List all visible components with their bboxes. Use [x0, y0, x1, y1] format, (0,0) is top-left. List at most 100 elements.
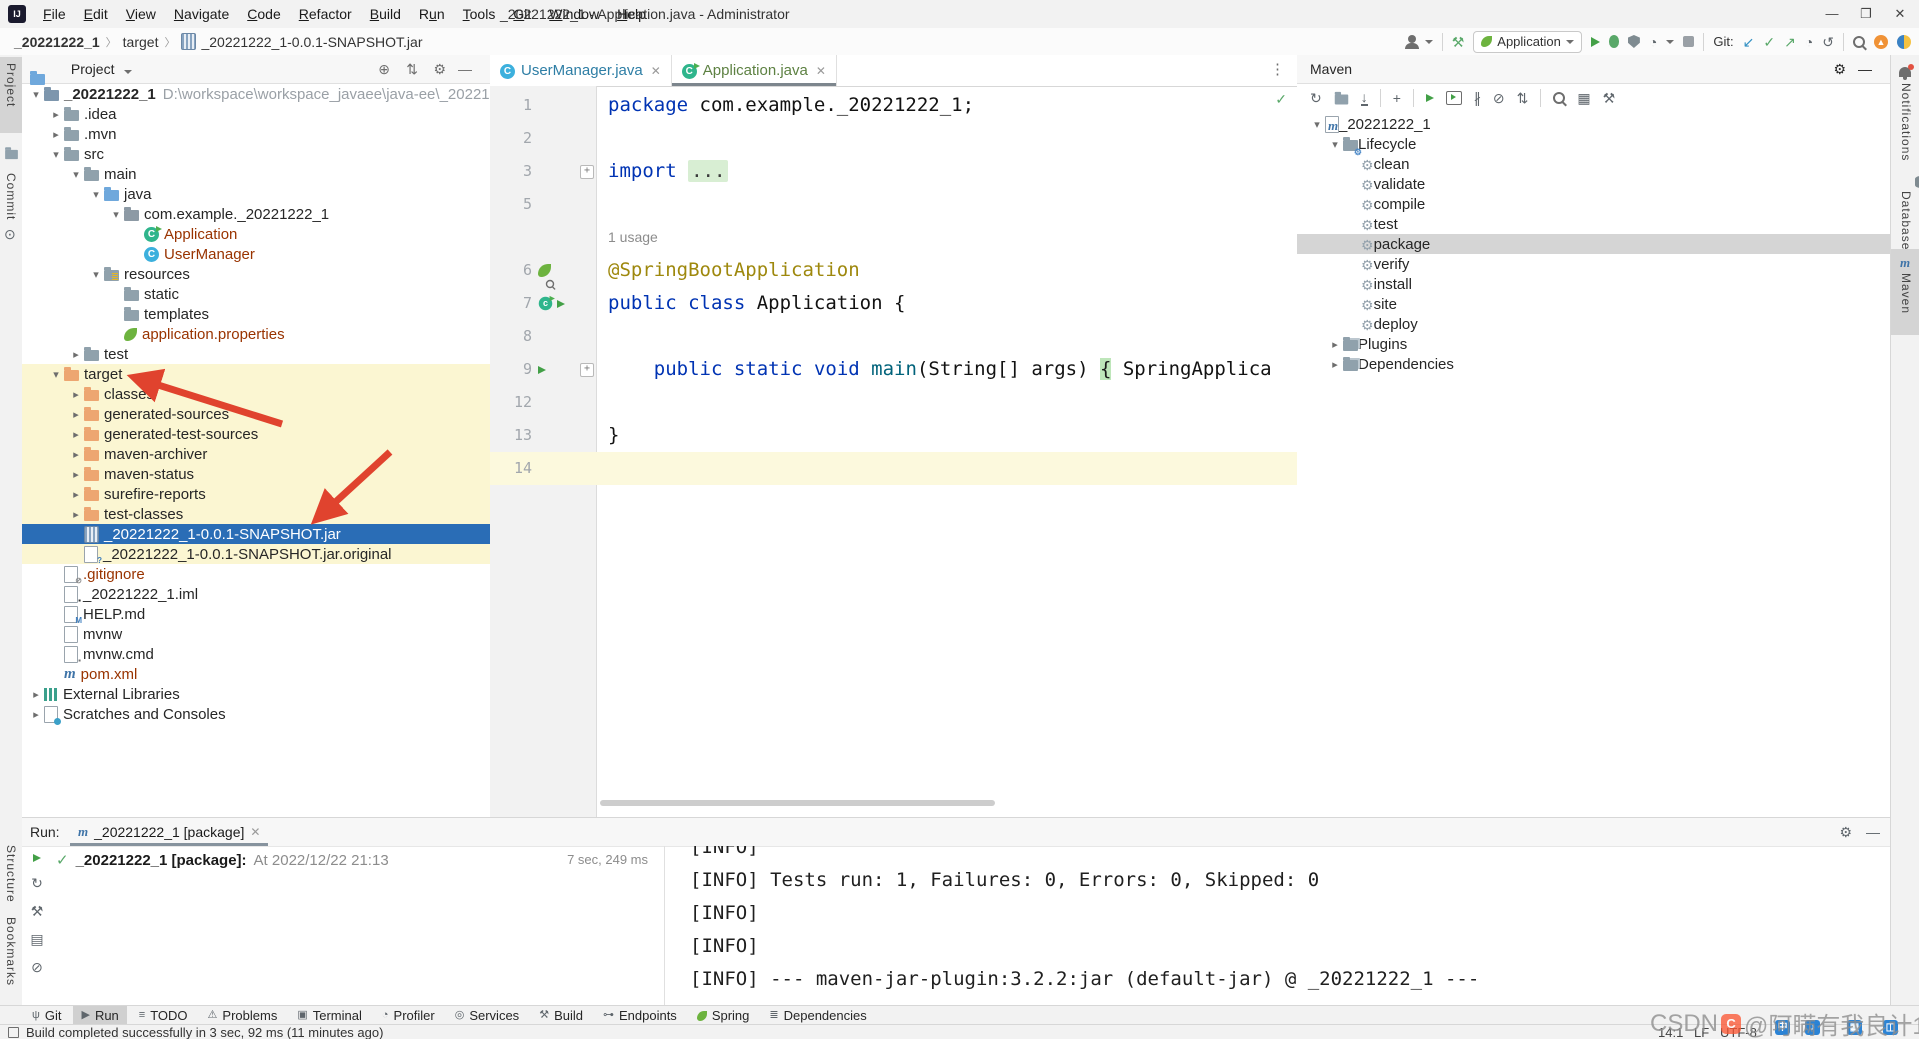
tree-chevron-icon[interactable]: ▾ [1309, 118, 1325, 131]
run-button[interactable] [1591, 37, 1600, 47]
tree-chevron-icon[interactable]: ▸ [1327, 358, 1343, 371]
tree-chevron-icon[interactable]: ▸ [68, 488, 84, 501]
tree-item[interactable]: ▸test [22, 344, 490, 364]
status-message[interactable]: Build completed successfully in 3 sec, 9… [26, 1025, 383, 1039]
toolwindow-button-problems[interactable]: ⚠Problems [200, 1006, 286, 1025]
code-line[interactable]: 8 [490, 320, 1297, 353]
tree-item[interactable]: mpom.xml [22, 664, 490, 684]
tree-item[interactable]: ▾main [22, 164, 490, 184]
toolwindow-button-git[interactable]: ψGit [24, 1006, 69, 1025]
code-line[interactable]: 1package com.example._20221222_1; [490, 89, 1297, 122]
profile-chevron-icon[interactable] [1425, 40, 1433, 44]
editor-tab-usermanager-java[interactable]: CUserManager.java✕ [490, 55, 672, 86]
toolwindow-button-services[interactable]: ◎Services [447, 1006, 527, 1025]
tree-item[interactable]: MHELP.md [22, 604, 490, 624]
tree-item[interactable]: ▾java [22, 184, 490, 204]
menu-item-tools[interactable]: Tools [454, 0, 505, 28]
menu-item-code[interactable]: Code [238, 0, 290, 28]
tree-item[interactable]: ▸External Libraries [22, 684, 490, 704]
code-line[interactable]: 2 [490, 122, 1297, 155]
tree-chevron-icon[interactable]: ▾ [28, 88, 44, 101]
menu-item-build[interactable]: Build [361, 0, 410, 28]
menu-item-run[interactable]: Run [410, 0, 454, 28]
tree-chevron-icon[interactable]: ▸ [28, 688, 44, 701]
maven-tree-item[interactable]: ▸Plugins [1297, 334, 1890, 354]
tree-chevron-icon[interactable]: ▾ [1327, 138, 1343, 151]
maven-wrench-icon[interactable]: ⚒ [1603, 91, 1616, 105]
maven-tree-item[interactable]: ⚙compile [1297, 194, 1890, 214]
code-line[interactable]: 14 [490, 452, 1297, 485]
editor-horizontal-scrollbar[interactable] [600, 800, 995, 806]
code-line[interactable]: 13} [490, 419, 1297, 452]
maven-tree-item[interactable]: ⚙clean [1297, 154, 1890, 174]
status-window-icon[interactable] [8, 1027, 19, 1038]
maven-execute-icon[interactable] [1446, 91, 1462, 105]
clear-output-icon[interactable]: ⊘ [31, 960, 43, 974]
caret-position[interactable]: 14:1 [1658, 1025, 1683, 1039]
stripe-tab-commit[interactable]: Commit [4, 173, 18, 220]
tab-close-icon[interactable]: ✕ [816, 64, 826, 78]
maven-grid-icon[interactable]: ▦ [1577, 91, 1590, 105]
maven-add-icon[interactable]: + [1393, 91, 1401, 105]
tree-chevron-icon[interactable]: ▾ [108, 208, 124, 221]
tree-item[interactable]: ▸maven-archiver [22, 444, 490, 464]
menu-item-view[interactable]: View [117, 0, 165, 28]
maven-run-icon[interactable] [1426, 94, 1434, 102]
maven-tree-item[interactable]: ⚙install [1297, 274, 1890, 294]
run-result-row[interactable]: ✓ _20221222_1 [package]: At 2022/12/22 2… [56, 849, 389, 871]
tree-chevron-icon[interactable]: ▸ [68, 388, 84, 401]
tree-chevron-icon[interactable]: ▸ [68, 468, 84, 481]
maven-download-icon[interactable]: ↓ [1361, 90, 1368, 106]
tree-chevron-icon[interactable]: ▸ [68, 508, 84, 521]
stripe-tab-maven[interactable]: Maven [1899, 273, 1913, 314]
code-line[interactable]: 3+import ... [490, 155, 1297, 188]
maven-tree-item[interactable]: ▾m_20221222_1 [1297, 114, 1890, 134]
tree-item[interactable]: application.properties [22, 324, 490, 344]
tree-chevron-icon[interactable]: ▸ [1327, 338, 1343, 351]
hide-panel-icon[interactable]: — [458, 55, 472, 83]
maximize-button[interactable]: ❐ [1849, 0, 1883, 28]
breadcrumb-item[interactable]: target [123, 34, 159, 50]
database-icon[interactable] [1915, 176, 1919, 188]
project-view-chevron-icon[interactable] [124, 70, 132, 74]
tree-item[interactable]: CUserManager [22, 244, 490, 264]
tree-item[interactable]: ▸test-classes [22, 504, 490, 524]
tree-item[interactable]: ▸surefire-reports [22, 484, 490, 504]
menu-item-navigate[interactable]: Navigate [165, 0, 238, 28]
tree-chevron-icon[interactable]: ▸ [28, 708, 44, 721]
project-settings-icon[interactable]: ⚙ [433, 55, 446, 83]
code-line[interactable]: 1 usage [490, 221, 1297, 254]
code-line[interactable]: 12 [490, 386, 1297, 419]
stripe-tab-bookmarks[interactable]: Bookmarks [4, 917, 18, 986]
maven-settings-icon[interactable]: ⚙ [1833, 55, 1846, 83]
editor-tab-application-java[interactable]: CApplication.java✕ [672, 55, 837, 86]
git-commit-icon[interactable]: ✓ [1763, 35, 1775, 49]
tree-item[interactable]: ?_20221222_1-0.0.1-SNAPSHOT.jar.original [22, 544, 490, 564]
stripe-tab-notifications[interactable]: Notifications [1899, 83, 1913, 161]
maven-tree-item[interactable]: ▸Dependencies [1297, 354, 1890, 374]
maven-tree-item[interactable]: ⚙test [1297, 214, 1890, 234]
fold-icon[interactable]: + [580, 363, 594, 377]
tree-item[interactable]: _20221222_1-0.0.1-SNAPSHOT.jar [22, 524, 490, 544]
run-configuration-select[interactable]: Application [1473, 31, 1582, 53]
tree-item[interactable]: ▸generated-sources [22, 404, 490, 424]
tree-item[interactable]: ▾com.example._20221222_1 [22, 204, 490, 224]
menu-item-file[interactable]: File [34, 0, 75, 28]
soft-wrap-icon[interactable]: ▤ [30, 932, 43, 946]
tree-chevron-icon[interactable]: ▸ [48, 108, 64, 121]
tree-chevron-icon[interactable]: ▾ [48, 368, 64, 381]
toolwindow-button-todo[interactable]: ≡TODO [131, 1006, 196, 1025]
update-available-icon[interactable]: ▲ [1874, 35, 1888, 49]
tree-item[interactable]: static [22, 284, 490, 304]
toolwindow-button-build[interactable]: ⚒Build [531, 1006, 591, 1025]
maven-icon[interactable]: m [1900, 255, 1910, 271]
run-console[interactable]: [INFO][INFO] Tests run: 1, Failures: 0, … [665, 846, 1890, 1006]
tab-close-icon[interactable]: ✕ [651, 64, 661, 78]
tree-item[interactable]: CApplication [22, 224, 490, 244]
editor-options-kebab-icon[interactable]: ⋮ [1270, 60, 1285, 78]
tree-item[interactable]: ⊘.gitignore [22, 564, 490, 584]
maven-collapse-icon[interactable]: ⇅ [1517, 91, 1529, 105]
tree-item[interactable]: ▾resources [22, 264, 490, 284]
stripe-tab-database[interactable]: Database [1899, 191, 1913, 250]
maven-tree-item[interactable]: ⚙package [1297, 234, 1890, 254]
